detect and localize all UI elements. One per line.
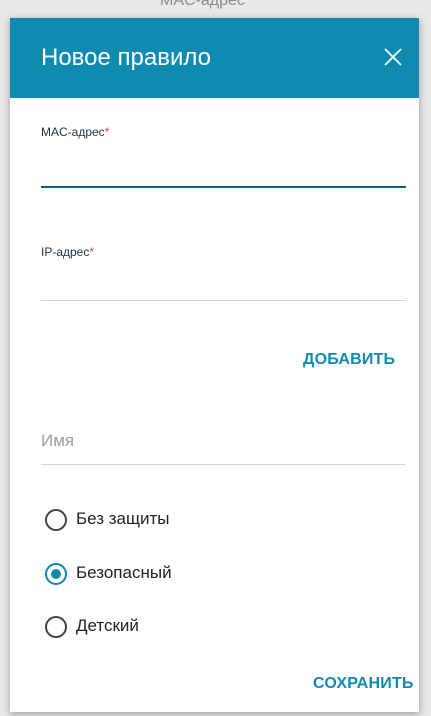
name-underline xyxy=(41,464,406,465)
add-button[interactable]: ДОБАВИТЬ xyxy=(303,351,395,369)
mac-address-label-text: MAC-адрес xyxy=(41,125,105,139)
radio-option-label: Безопасный xyxy=(76,563,172,582)
ip-address-label-text: IP-адрес xyxy=(41,245,90,259)
ip-address-label: IP-адрес* xyxy=(41,245,94,259)
radio-checked-icon xyxy=(45,563,67,585)
radio-option-label: Детский xyxy=(76,616,139,635)
mac-address-input[interactable] xyxy=(41,156,406,184)
ip-address-input[interactable] xyxy=(41,270,406,298)
name-input[interactable] xyxy=(41,428,406,456)
close-icon xyxy=(384,48,402,66)
close-button[interactable] xyxy=(382,46,404,68)
save-button[interactable]: СОХРАНИТЬ xyxy=(313,675,414,693)
radio-option-label: Без защиты xyxy=(76,509,170,528)
required-mark: * xyxy=(104,125,110,139)
dialog-title: Новое правило xyxy=(41,44,211,71)
new-rule-dialog: Новое правило MAC-адрес* IP-адрес* ДОБАВ… xyxy=(10,18,419,712)
backdrop-label: MAC-адрес xyxy=(160,0,245,9)
radio-unchecked-icon xyxy=(45,509,67,531)
mac-address-label: MAC-адрес* xyxy=(41,125,109,139)
dialog-header: Новое правило xyxy=(10,18,419,98)
mac-address-underline xyxy=(41,186,406,188)
radio-selected-dot xyxy=(51,569,61,579)
ip-address-underline xyxy=(41,300,406,301)
required-mark: * xyxy=(89,245,95,259)
radio-unchecked-icon xyxy=(45,616,67,638)
